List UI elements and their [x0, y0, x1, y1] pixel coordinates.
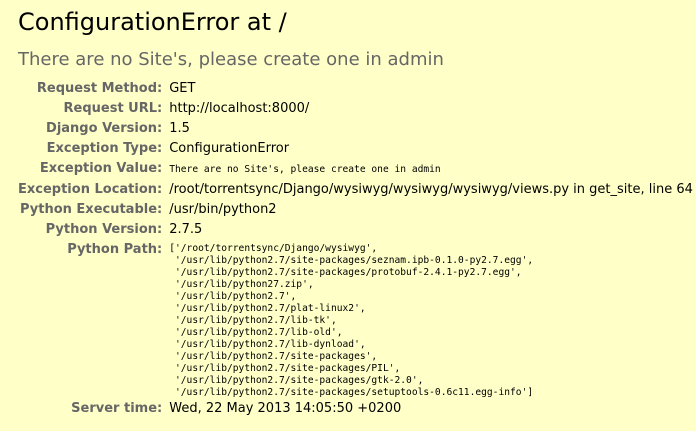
meta-row-python-path: Python Path: ['/root/torrentsync/Django/… — [18, 240, 693, 399]
meta-value: GET — [169, 81, 196, 96]
exception-message: There are no Site's, please create one i… — [18, 49, 444, 70]
meta-value: /root/torrentsync/Django/wysiwyg/wysiwyg… — [169, 182, 693, 197]
page-title: ConfigurationError at / — [18, 8, 287, 36]
meta-value: There are no Site's, please create one i… — [169, 159, 693, 180]
meta-value: Wed, 22 May 2013 14:05:50 +0200 — [169, 401, 402, 416]
meta-row-request-method: Request Method: GET — [18, 79, 693, 99]
meta-row-exception-type: Exception Type: ConfigurationError — [18, 139, 693, 159]
meta-label: Exception Value: — [39, 161, 163, 176]
meta-value: ConfigurationError — [169, 141, 290, 156]
meta-value: /usr/bin/python2 — [169, 202, 277, 217]
meta-value: 2.7.5 — [169, 222, 203, 237]
meta-value: 1.5 — [169, 121, 190, 136]
meta-row-server-time: Server time: Wed, 22 May 2013 14:05:50 +… — [18, 399, 693, 419]
meta-label: Request Method: — [36, 81, 163, 96]
meta-label: Python Path: — [67, 242, 163, 257]
meta-label: Exception Type: — [46, 141, 163, 156]
meta-label: Python Executable: — [20, 202, 163, 217]
request-meta-table: Request Method: GET Request URL: http://… — [18, 79, 693, 419]
meta-row-python-executable: Python Executable: /usr/bin/python2 — [18, 200, 693, 220]
meta-label: Django Version: — [46, 121, 163, 136]
meta-label: Python Version: — [45, 222, 163, 237]
meta-row-exception-location: Exception Location: /root/torrentsync/Dj… — [18, 180, 693, 200]
meta-label: Server time: — [71, 401, 163, 416]
meta-row-request-url: Request URL: http://localhost:8000/ — [18, 99, 693, 119]
meta-row-python-version: Python Version: 2.7.5 — [18, 220, 693, 240]
meta-value: http://localhost:8000/ — [169, 101, 310, 116]
meta-value: ['/root/torrentsync/Django/wysiwyg', '/u… — [169, 240, 693, 399]
error-summary: ConfigurationError at / There are no Sit… — [0, 0, 696, 431]
meta-row-django-version: Django Version: 1.5 — [18, 119, 693, 139]
meta-label: Exception Location: — [18, 182, 163, 197]
meta-label: Request URL: — [63, 101, 163, 116]
python-path-list: ['/root/torrentsync/Django/wysiwyg', '/u… — [169, 243, 534, 398]
exception-value-text: There are no Site's, please create one i… — [169, 164, 441, 175]
meta-row-exception-value: Exception Value: There are no Site's, pl… — [18, 159, 693, 180]
